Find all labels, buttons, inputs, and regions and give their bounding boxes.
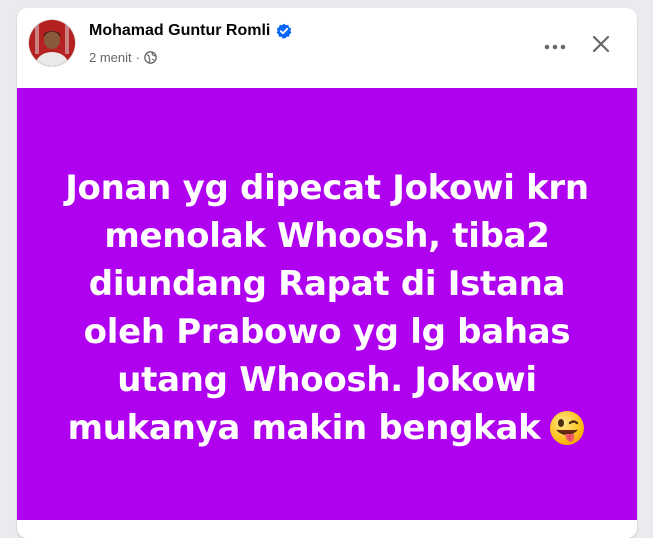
author-name[interactable]: Mohamad Guntur Romli xyxy=(89,22,270,40)
post-card: Mohamad Guntur Romli 2 menit · Jonan yg … xyxy=(17,8,637,538)
post-text-background: Jonan yg dipecat Jokowi krn menolak Whoo… xyxy=(17,88,637,520)
more-options-icon xyxy=(544,37,566,55)
winking-face-with-tongue-emoji-icon xyxy=(548,409,586,447)
close-button[interactable] xyxy=(583,28,619,64)
close-icon xyxy=(592,35,610,58)
author-avatar[interactable] xyxy=(29,20,75,66)
verified-badge-icon xyxy=(276,23,292,39)
post-header: Mohamad Guntur Romli 2 menit · xyxy=(17,8,637,88)
post-timestamp[interactable]: 2 menit xyxy=(89,50,132,65)
post-meta: 2 menit · xyxy=(89,50,157,65)
globe-icon xyxy=(144,51,157,64)
meta-separator: · xyxy=(135,50,140,65)
more-options-button[interactable] xyxy=(537,28,573,64)
author-row: Mohamad Guntur Romli xyxy=(89,22,292,40)
post-text: Jonan yg dipecat Jokowi krn menolak Whoo… xyxy=(65,168,589,448)
post-text-container: Jonan yg dipecat Jokowi krn menolak Whoo… xyxy=(47,164,607,452)
